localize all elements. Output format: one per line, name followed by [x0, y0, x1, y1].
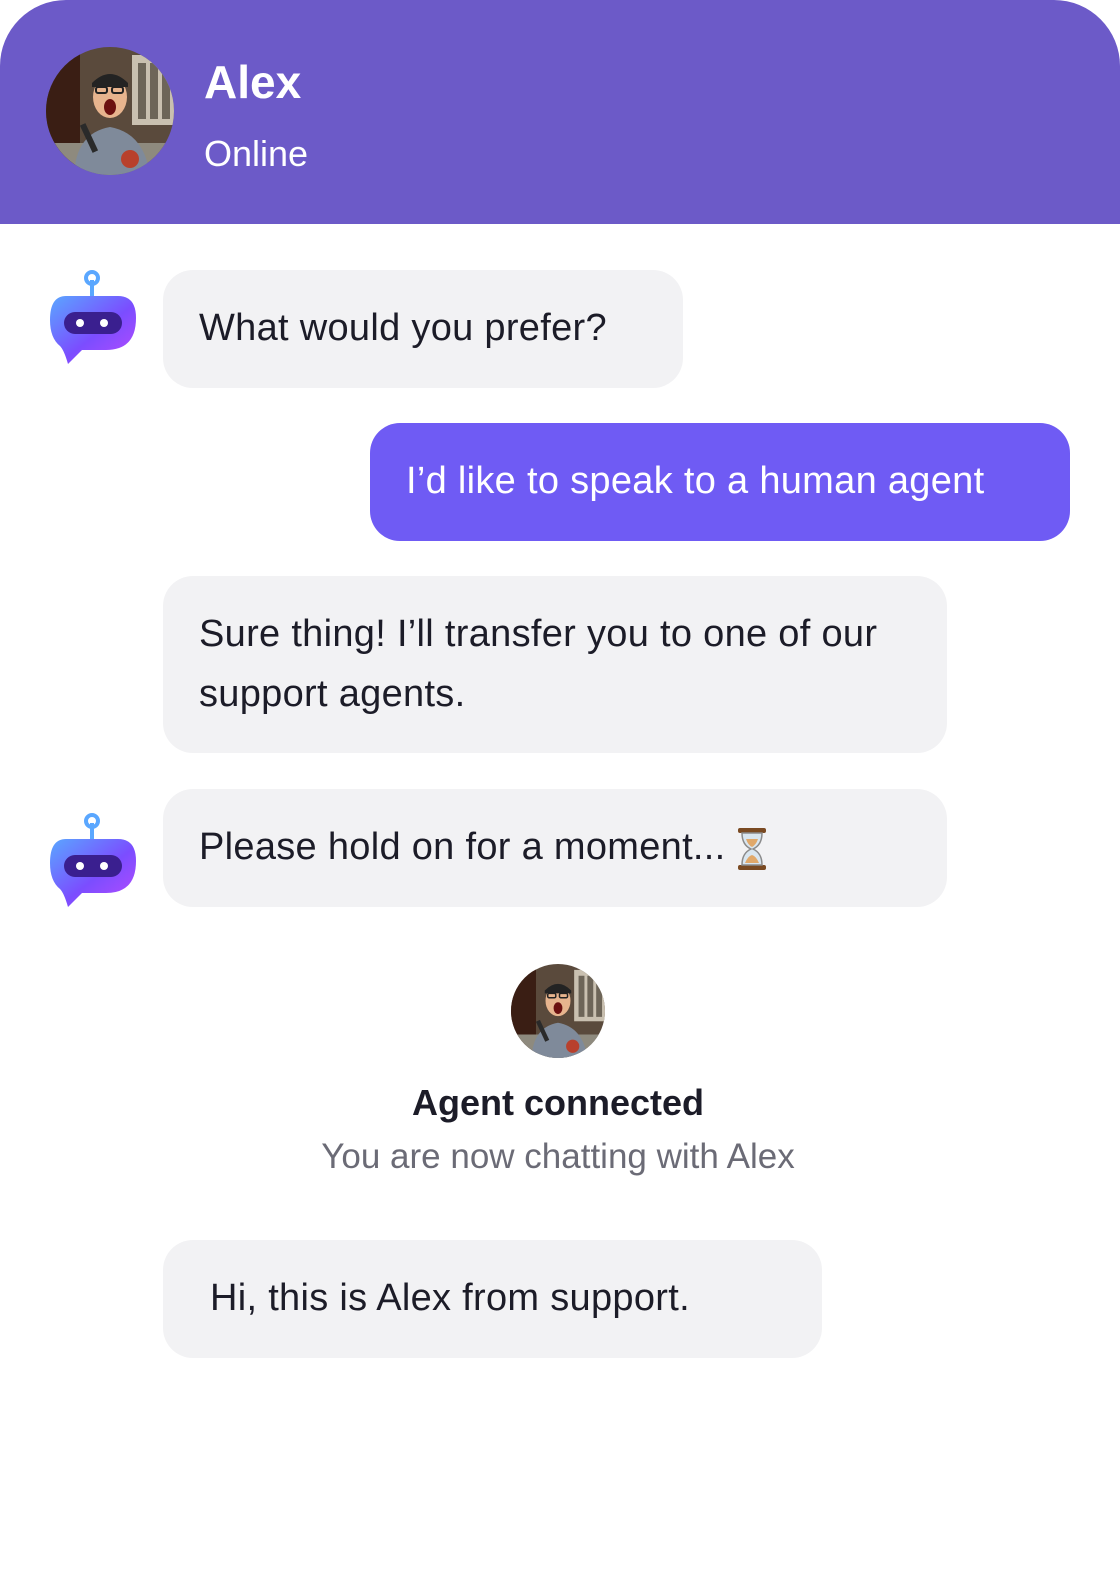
message-text: I’d like to speak to a human agent — [406, 460, 985, 502]
agent-message: Hi, this is Alex from support. — [163, 1240, 822, 1358]
bot-message: Please hold on for a moment... — [163, 789, 947, 907]
message-text: Hi, this is Alex from support. — [210, 1277, 690, 1319]
message-text: What would you prefer? — [199, 307, 607, 349]
hourglass-icon — [736, 827, 768, 871]
bot-avatar-icon — [46, 270, 138, 366]
agent-status: Online — [204, 133, 309, 174]
bot-avatar-icon — [46, 813, 138, 909]
agent-avatar[interactable] — [46, 47, 174, 175]
bot-message: What would you prefer? — [163, 270, 683, 388]
agent-connected-title: Agent connected — [411, 1082, 705, 1123]
bot-message: Sure thing! I’ll transfer you to one of … — [163, 576, 947, 753]
agent-name: Alex — [204, 56, 302, 108]
chat-header: Alex Online — [0, 0, 1120, 224]
agent-connected-subtitle: You are now chatting with Alex — [321, 1137, 795, 1176]
message-text: Sure thing! I’ll transfer you to one of … — [199, 613, 878, 715]
message-text: Please hold on for a moment... — [199, 826, 726, 868]
connected-agent-avatar — [511, 964, 605, 1058]
user-message: I’d like to speak to a human agent — [370, 423, 1070, 541]
